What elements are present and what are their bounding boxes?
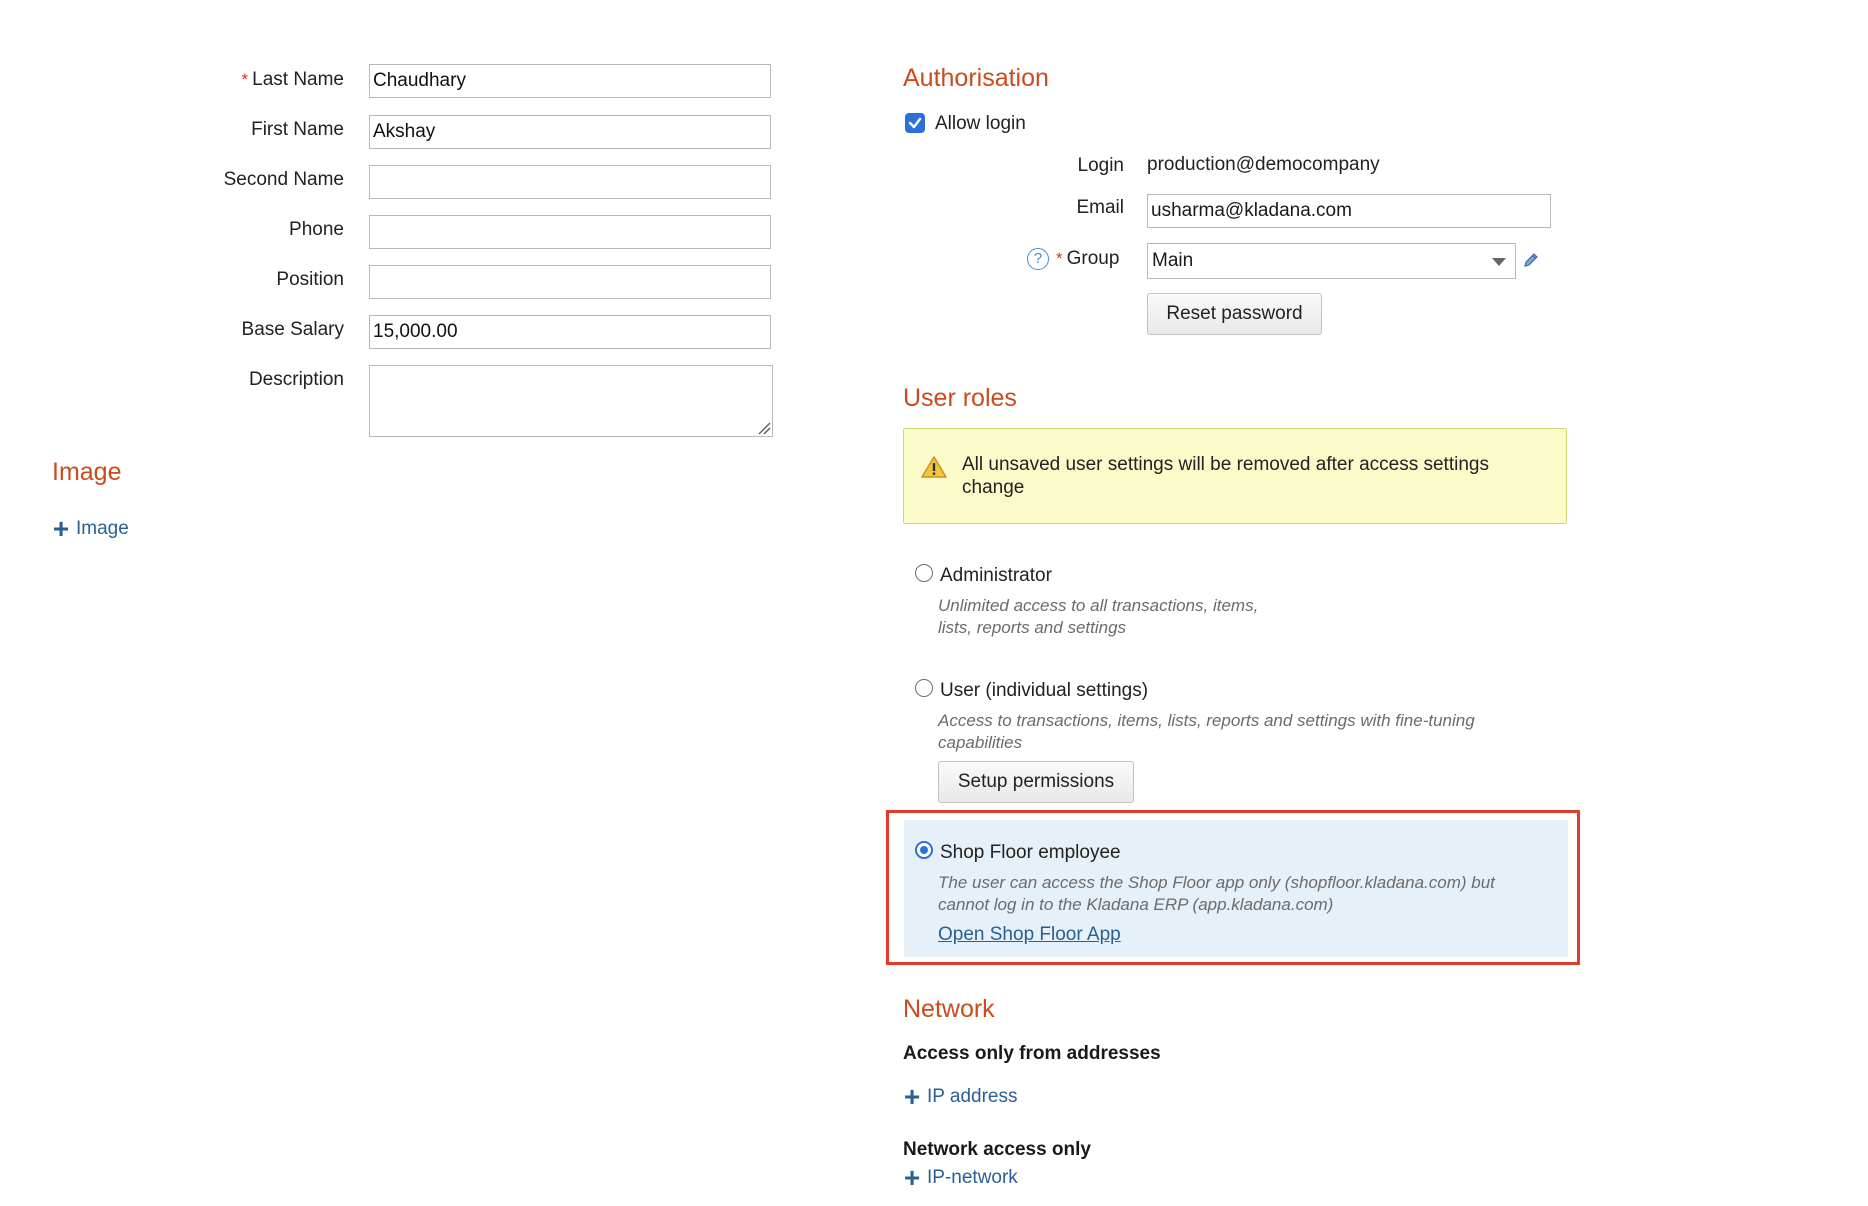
first-name-label: First Name: [251, 119, 344, 140]
first-name-input[interactable]: Akshay: [369, 115, 771, 149]
desc-line: lists, reports and settings: [938, 618, 1127, 637]
allow-login-checkbox[interactable]: [905, 113, 925, 133]
description-label: Description: [248, 369, 344, 390]
network-access-label: Network access only: [903, 1139, 1091, 1160]
second-name-input[interactable]: [369, 165, 771, 199]
base-salary-label: Base Salary: [241, 319, 344, 340]
plus-icon: +: [903, 1162, 921, 1193]
plus-icon: +: [903, 1081, 921, 1112]
login-value: production@democompany: [1147, 154, 1380, 175]
checkmark-icon: [908, 117, 922, 129]
setup-permissions-button[interactable]: Setup permissions: [938, 761, 1134, 803]
add-ip-address-link[interactable]: + IP address: [903, 1081, 1018, 1112]
group-selected-value: Main: [1152, 250, 1194, 271]
email-input[interactable]: usharma@kladana.com: [1147, 194, 1551, 228]
plus-icon: +: [52, 513, 70, 544]
user-roles-title: User roles: [903, 384, 1017, 412]
add-image-label: Image: [76, 518, 129, 539]
add-image-link[interactable]: + Image: [52, 513, 129, 544]
position-input[interactable]: [369, 265, 771, 299]
role-user-title: User (individual settings): [940, 680, 1149, 701]
image-section-title: Image: [52, 458, 122, 486]
highlight-frame: [886, 810, 1580, 965]
warning-text: All unsaved user settings will be remove…: [962, 454, 1489, 498]
email-label: Email: [1076, 197, 1124, 218]
group-select[interactable]: Main: [1147, 243, 1516, 279]
required-mark: *: [1056, 249, 1063, 268]
group-label: * Group: [1056, 248, 1119, 270]
authorisation-title: Authorisation: [903, 64, 1049, 92]
desc-line: Unlimited access to all transactions, it…: [938, 596, 1259, 615]
warning-triangle-icon: [921, 456, 947, 478]
position-label: Position: [276, 269, 344, 290]
employee-edit-page: * Last Name Chaudhary First Name Akshay S…: [0, 0, 1868, 1206]
phone-input[interactable]: [369, 215, 771, 249]
required-mark: *: [241, 70, 249, 89]
chevron-down-icon: [1492, 258, 1506, 266]
add-network-label: IP-network: [927, 1167, 1018, 1188]
base-salary-input[interactable]: 15,000.00: [369, 315, 771, 349]
network-title: Network: [903, 995, 995, 1023]
login-label: Login: [1077, 155, 1125, 176]
access-addresses-label: Access only from addresses: [903, 1043, 1161, 1064]
last-name-input[interactable]: Chaudhary: [369, 64, 771, 98]
desc-line: capabilities: [938, 733, 1023, 752]
description-textarea[interactable]: [369, 365, 773, 437]
resize-grip-icon[interactable]: [757, 421, 771, 435]
group-label-text: Group: [1066, 248, 1120, 269]
desc-line: Access to transactions, items, lists, re…: [938, 711, 1475, 730]
reset-password-button[interactable]: Reset password: [1147, 293, 1322, 335]
add-ip-network-link[interactable]: + IP-network: [903, 1162, 1018, 1193]
allow-login-label: Allow login: [935, 113, 1026, 134]
role-user-desc: Access to transactions, items, lists, re…: [938, 710, 1475, 754]
pencil-icon[interactable]: [1522, 251, 1540, 269]
last-name-label: * Last Name: [150, 69, 345, 91]
phone-label: Phone: [289, 219, 344, 240]
add-ip-label: IP address: [927, 1086, 1018, 1107]
warning-banner: All unsaved user settings will be remove…: [903, 428, 1567, 524]
role-administrator-title: Administrator: [940, 565, 1052, 586]
second-name-label: Second Name: [223, 169, 344, 190]
last-name-label-text: Last Name: [252, 69, 344, 90]
role-administrator-radio[interactable]: [915, 564, 933, 582]
role-administrator-desc: Unlimited access to all transactions, it…: [938, 595, 1258, 639]
role-user-radio[interactable]: [915, 679, 933, 697]
question-circle-icon[interactable]: ?: [1027, 248, 1049, 270]
